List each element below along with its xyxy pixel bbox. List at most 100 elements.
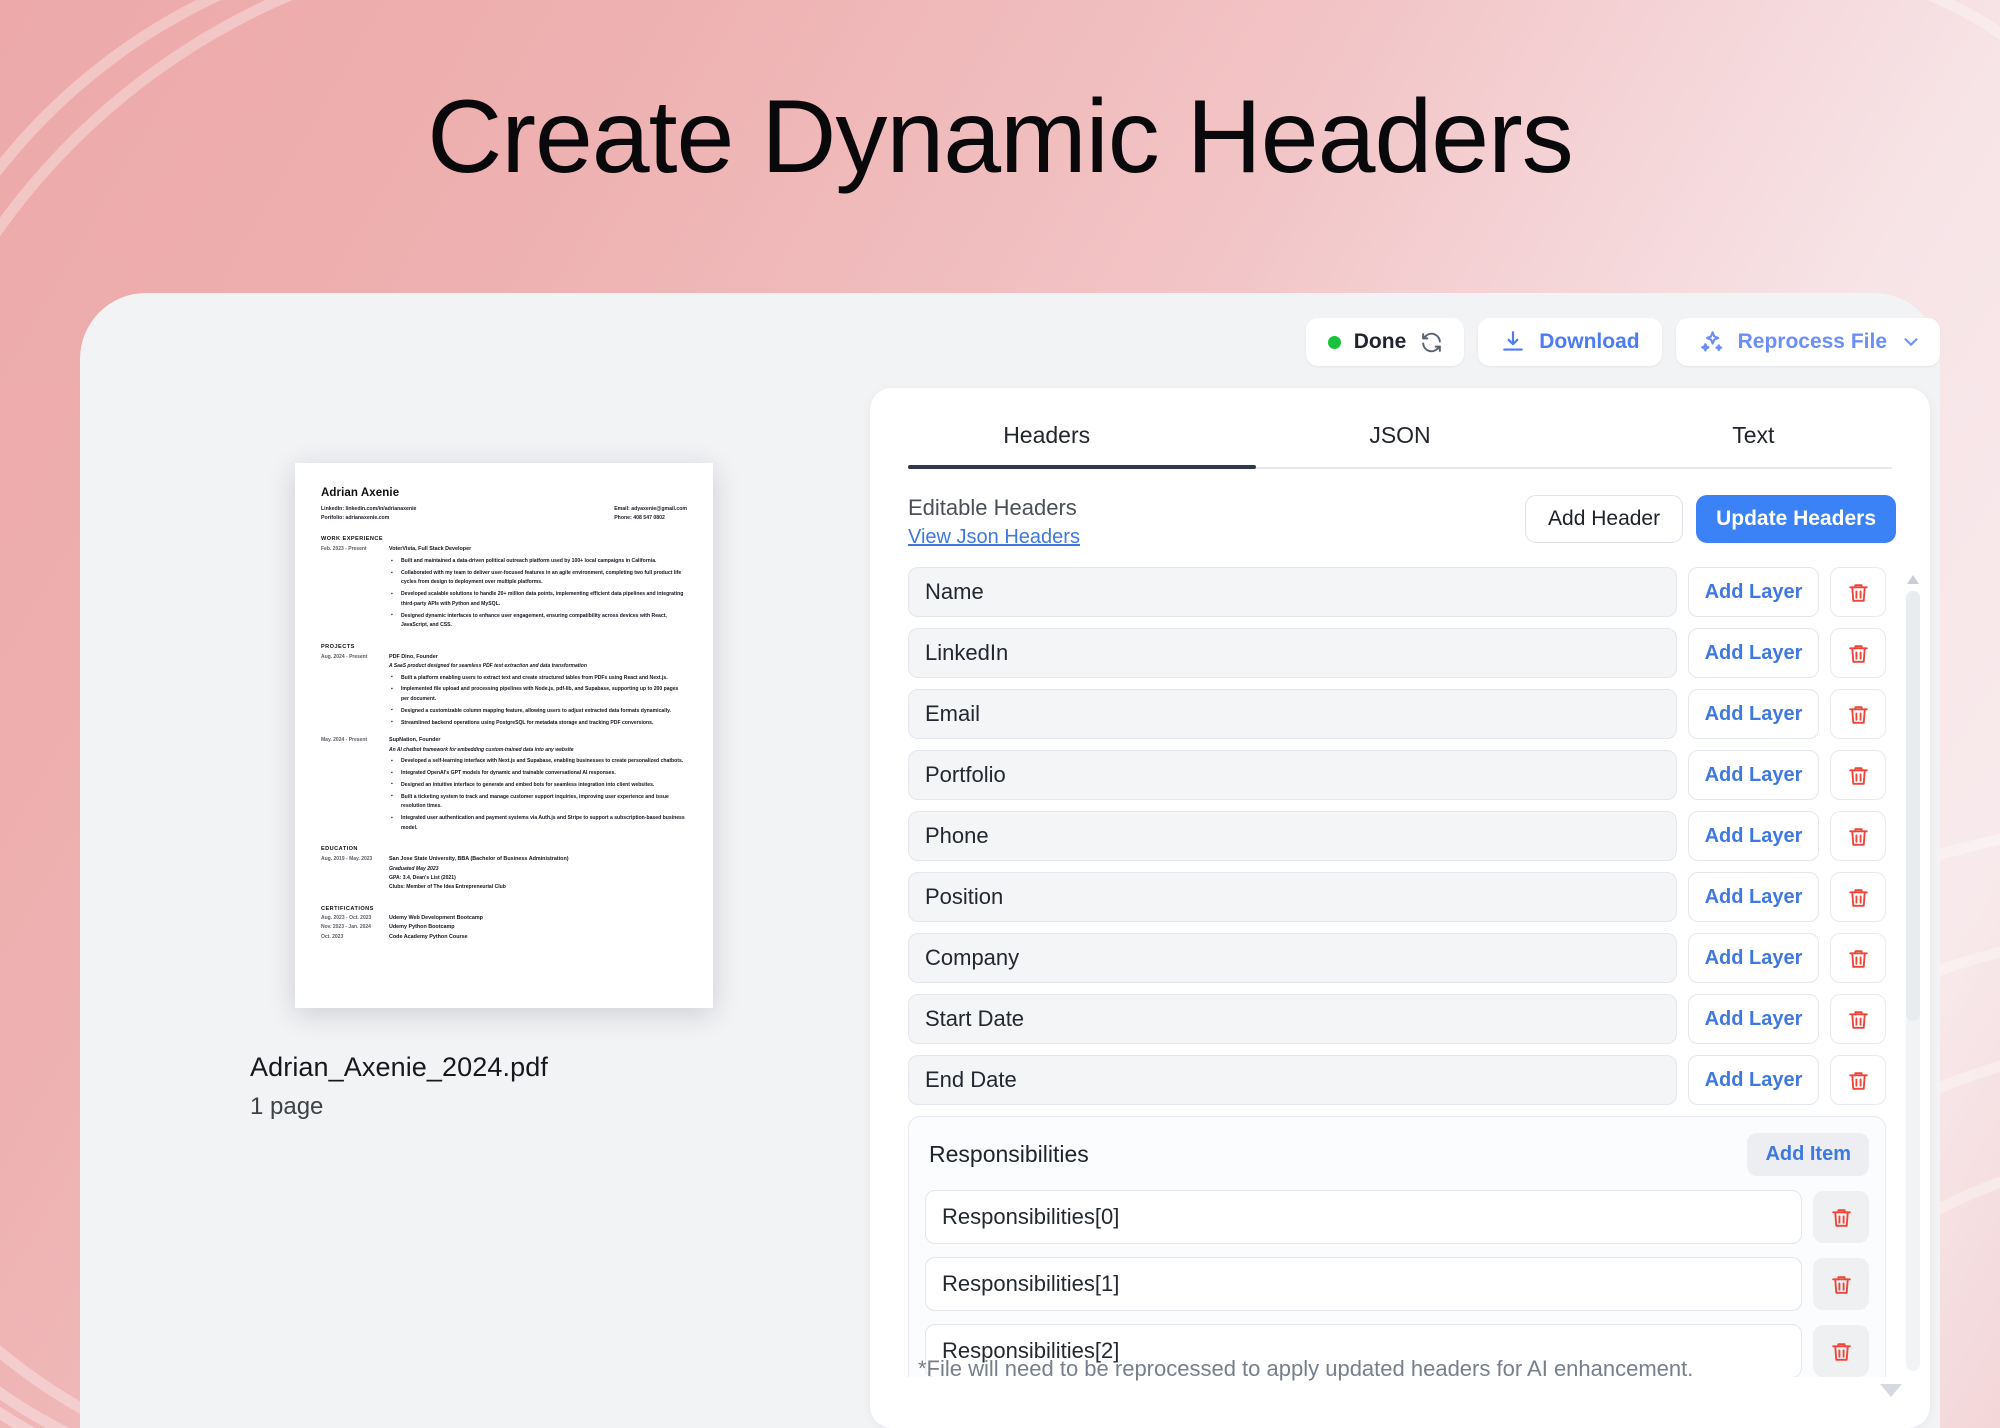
responsibility-input-0[interactable]: Responsibilities[0] [925,1190,1802,1244]
resume-entry-role: Code Academy Python Course [389,933,468,940]
active-tab-underline [908,465,1256,469]
caret-up-glyph [1907,574,1919,584]
resume-section-heading: EDUCATION [321,846,358,853]
scrollbar-thumb[interactable] [1906,591,1920,1021]
header-row: Email Add Layer [908,689,1886,739]
resume-contact-portfolio: Portfolio: adrianaxenie.com [321,515,390,522]
delete-responsibility-button[interactable] [1813,1325,1869,1377]
editor-subheader: Editable Headers View Json Headers Add H… [870,469,1930,549]
header-input-position[interactable]: Position [908,872,1677,922]
document-thumbnail[interactable]: Adrian Axenie LinkedIn: linkedin.com/in/… [295,463,713,1008]
chevron-down-icon[interactable] [1900,331,1922,353]
header-row: Company Add Layer [908,933,1886,983]
resume-bullet: Implemented file upload and processing p… [389,685,687,704]
add-layer-button[interactable]: Add Layer [1688,1055,1819,1105]
add-layer-button[interactable]: Add Layer [1688,872,1819,922]
update-headers-button[interactable]: Update Headers [1696,495,1896,543]
editor-tabs: Headers JSON Text [870,388,1930,469]
header-row: LinkedIn Add Layer [908,628,1886,678]
delete-responsibility-button[interactable] [1813,1258,1869,1310]
delete-header-button[interactable] [1830,811,1886,861]
delete-header-button[interactable] [1830,994,1886,1044]
resume-bullet: Developed scalable solutions to handle 2… [389,590,687,609]
resume-section-heading: PROJECTS [321,643,355,650]
headers-list-scrollbar[interactable] [1906,573,1920,1371]
resume-contact-phone: Phone: 408 547 0802 [614,515,665,522]
header-input-name[interactable]: Name [908,567,1677,617]
header-input-start-date[interactable]: Start Date [908,994,1677,1044]
add-item-button[interactable]: Add Item [1747,1133,1869,1176]
add-layer-button[interactable]: Add Layer [1688,567,1819,617]
resume-contact-linkedin: LinkedIn: linkedin.com/in/adrianaxenie [321,506,417,512]
tab-json[interactable]: JSON [1223,422,1576,469]
resume-name: Adrian Axenie [321,487,400,499]
add-layer-button[interactable]: Add Layer [1688,933,1819,983]
resume-bullet: Streamlined backend operations using Pos… [389,718,687,728]
tab-text[interactable]: Text [1577,422,1930,469]
page-title: Create Dynamic Headers [427,79,1574,195]
download-label: Download [1539,330,1640,353]
add-layer-button[interactable]: Add Layer [1688,750,1819,800]
resume-section-heading: WORK EXPERIENCE [321,536,384,543]
delete-header-button[interactable] [1830,750,1886,800]
header-input-portfolio[interactable]: Portfolio [908,750,1677,800]
resume-entry-role: Udemy Web Development Bootcamp [389,914,483,921]
trash-icon [1831,1208,1851,1227]
delete-header-button[interactable] [1830,933,1886,983]
delete-header-button[interactable] [1830,689,1886,739]
tab-headers[interactable]: Headers [870,422,1223,469]
headers-list: Name Add Layer LinkedIn Add Layer Email … [870,567,1930,1377]
page-count-label: 1 page [250,1093,324,1120]
resume-bullet: Collaborated with my team to deliver use… [389,569,687,588]
trash-icon [1848,644,1868,663]
trash-icon [1831,1342,1851,1361]
resume-bullet: Integrated OpenAI's GPT models for dynam… [389,769,687,779]
trash-icon [1848,705,1868,724]
add-layer-button[interactable]: Add Layer [1688,689,1819,739]
resume-entry-date: Feb. 2023 - Present [321,546,367,553]
download-icon [1500,329,1526,355]
header-input-phone[interactable]: Phone [908,811,1677,861]
delete-header-button[interactable] [1830,872,1886,922]
status-dot-icon [1327,335,1341,349]
trash-icon [1848,583,1868,602]
caret-up-icon[interactable] [1907,573,1919,585]
resume-entry: Feb. 2023 - Present VoterVista, Full Sta… [321,545,687,630]
header-input-company[interactable]: Company [908,933,1677,983]
delete-responsibility-button[interactable] [1813,1191,1869,1243]
resume-contact-email: Email: adyaxenie@gmail.com [614,506,687,512]
trash-icon [1848,827,1868,846]
resume-entry-subtitle: A SaaS product designed for seamless PDF… [389,663,587,670]
add-header-button[interactable]: Add Header [1525,495,1684,543]
header-input-linkedin[interactable]: LinkedIn [908,628,1677,678]
view-json-headers-link[interactable]: View Json Headers [908,526,1080,549]
delete-header-button[interactable] [1830,1055,1886,1105]
add-layer-button[interactable]: Add Layer [1688,811,1819,861]
header-row: Position Add Layer [908,872,1886,922]
download-button[interactable]: Download [1478,318,1662,366]
refresh-icon[interactable] [1419,330,1444,355]
delete-header-button[interactable] [1830,628,1886,678]
resume-entry: May. 2024 - Present SupNation, Founder A… [321,736,687,833]
header-row: Start Date Add Layer [908,994,1886,1044]
reprocess-file-button[interactable]: Reprocess File [1675,318,1940,366]
trash-icon [1848,1071,1868,1090]
file-preview-pane: Adrian Axenie LinkedIn: linkedin.com/in/… [220,463,780,1121]
status-button[interactable]: Done [1305,318,1465,366]
add-layer-button[interactable]: Add Layer [1688,994,1819,1044]
header-input-end-date[interactable]: End Date [908,1055,1677,1105]
responsibility-input-1[interactable]: Responsibilities[1] [925,1257,1802,1311]
resume-entry-role: PDF Dino, Founder [389,653,438,660]
resume-entry-date: Aug. 2023 - Oct. 2023 [321,914,372,921]
add-layer-button[interactable]: Add Layer [1688,628,1819,678]
resume-entry: Nov. 2023 - Jan. 2024 Udemy Python Bootc… [321,923,687,932]
resume-entry-subtitle: An AI chatbot framework for embedding cu… [389,746,574,753]
resume-entry: Oct. 2023 Code Academy Python Course [321,933,687,942]
resume-bullet: Designed a customizable column mapping f… [389,706,687,716]
resume-entry: Aug. 2023 - Oct. 2023 Udemy Web Developm… [321,914,687,923]
resume-line: Clubs: Member of The Idea Entrepreneuria… [389,884,506,891]
header-input-email[interactable]: Email [908,689,1677,739]
resume-contact: LinkedIn: linkedin.com/in/adrianaxenie P… [321,505,687,523]
delete-header-button[interactable] [1830,567,1886,617]
resume-section-heading: CERTIFICATIONS [321,905,374,912]
